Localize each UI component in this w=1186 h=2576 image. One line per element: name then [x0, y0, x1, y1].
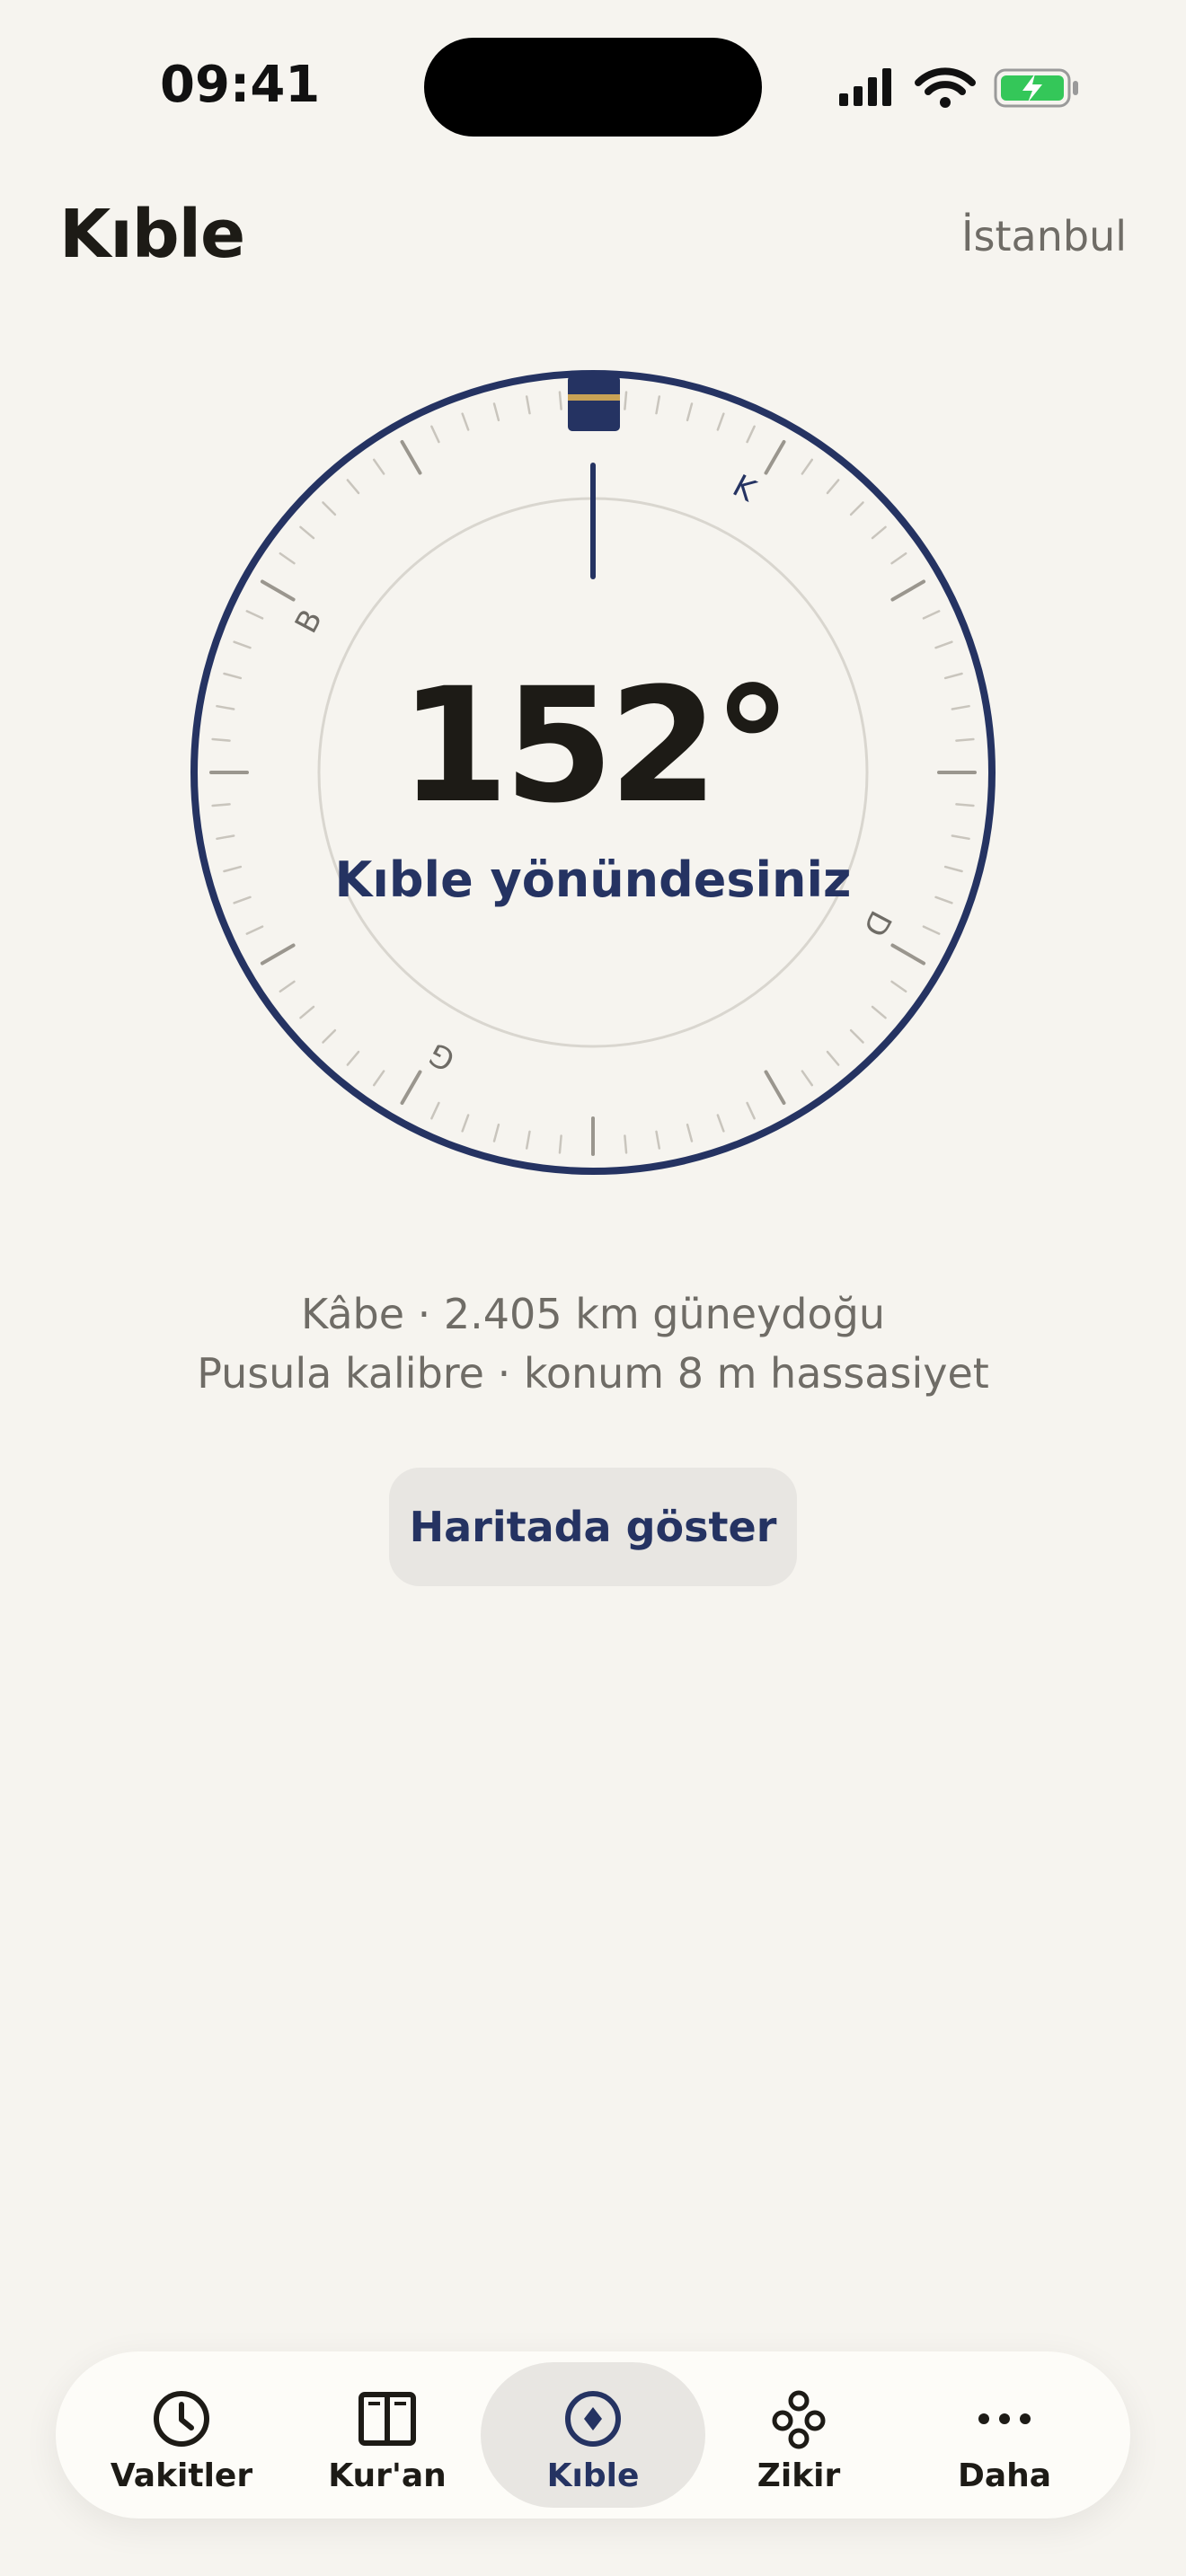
kaaba-icon — [568, 375, 620, 431]
tab-vakitler[interactable]: Vakitler — [69, 2362, 294, 2508]
compass-tick — [322, 1028, 337, 1044]
compass-tick — [801, 1070, 814, 1087]
compass-tick — [624, 391, 628, 410]
tab-zikir[interactable]: Zikir — [686, 2362, 911, 2508]
compass-tick — [245, 610, 264, 620]
compass-tick — [624, 1134, 628, 1154]
compass-tick — [890, 579, 926, 602]
compass-tick — [400, 439, 422, 475]
tab-label: Daha — [957, 2457, 1052, 2494]
tab-label: Kur'an — [328, 2457, 447, 2494]
tab-label: Vakitler — [110, 2457, 253, 2494]
compass-tick — [922, 925, 941, 935]
compass-tick — [299, 525, 315, 540]
compass-tick — [492, 1123, 500, 1142]
compass-tick — [871, 525, 887, 540]
qibla-compass: K D G B 152° Kıble yönündesiniz — [189, 368, 997, 1177]
more-icon — [978, 2413, 1031, 2424]
compass-tick — [299, 1005, 315, 1019]
compass-tick — [890, 551, 907, 565]
compass-tick — [260, 579, 296, 602]
compass-tick — [826, 1050, 840, 1066]
compass-tick — [245, 925, 264, 935]
battery-icon — [994, 68, 1078, 108]
compass-tick — [322, 501, 337, 516]
compass-tick — [400, 1070, 422, 1106]
cardinal-label: G — [423, 1035, 461, 1078]
compass-tick — [934, 640, 953, 649]
wifi-icon — [915, 67, 976, 108]
qibla-status-message: Kıble yönündesiniz — [334, 851, 852, 908]
compass-tick — [655, 1130, 661, 1150]
compass-tick — [764, 439, 786, 475]
tab-bar: Vakitler Kur'an Kıble Zikir Daha — [56, 2351, 1130, 2519]
book-icon — [358, 2392, 416, 2446]
compass-tick — [686, 1123, 694, 1142]
compass-tick — [279, 551, 296, 565]
compass-tick — [716, 1114, 725, 1133]
cardinal-label: B — [288, 604, 330, 639]
compass-tick — [372, 1070, 385, 1087]
compass-tick — [746, 425, 756, 444]
compass-tick — [461, 412, 470, 431]
compass-tick — [922, 610, 941, 620]
calibration-info: Pusula kalibre · konum 8 m hassasiyet — [197, 1349, 989, 1398]
compass-tick — [655, 395, 661, 415]
compass-tick — [461, 1114, 470, 1133]
compass-tick — [525, 1130, 531, 1150]
page-title: Kıble — [59, 196, 245, 273]
signal-icon — [839, 68, 891, 106]
beads-icon — [772, 2390, 826, 2449]
tab-kuran[interactable]: Kur'an — [275, 2362, 500, 2508]
status-icons — [839, 65, 1082, 110]
compass-icon — [565, 2391, 621, 2447]
compass-tick — [826, 479, 840, 495]
kaaba-distance: Kâbe · 2.405 km güneydoğu — [300, 1290, 886, 1338]
compass-tick — [890, 943, 926, 966]
tab-label: Zikir — [757, 2457, 841, 2494]
compass-tick — [764, 1070, 786, 1106]
tab-daha[interactable]: Daha — [892, 2362, 1117, 2508]
compass-tick — [890, 980, 907, 993]
compass-tick — [430, 425, 440, 444]
compass-tick — [492, 402, 500, 422]
cardinal-label: D — [855, 904, 898, 942]
compass-tick — [801, 458, 814, 475]
location-city[interactable]: İstanbul — [961, 212, 1127, 260]
compass-tick — [346, 1050, 360, 1066]
compass-tick — [346, 479, 360, 495]
compass-tick — [260, 943, 296, 966]
compass-tick — [430, 1101, 440, 1120]
compass-tick — [849, 501, 864, 516]
qibla-degree: 152° — [399, 654, 792, 838]
cardinal-label: K — [727, 468, 763, 510]
compass-tick — [558, 391, 562, 410]
compass-tick — [372, 458, 385, 475]
compass-tick — [716, 412, 725, 431]
compass-tick — [746, 1101, 756, 1120]
status-time: 09:41 — [160, 56, 321, 114]
clock-icon — [154, 2391, 209, 2447]
compass-tick — [871, 1005, 887, 1019]
compass-tick — [849, 1028, 864, 1044]
compass-tick — [525, 395, 531, 415]
compass-tick — [686, 402, 694, 422]
compass-tick — [233, 640, 252, 649]
compass-tick — [279, 980, 296, 993]
dynamic-island — [424, 38, 762, 137]
compass-tick — [558, 1134, 562, 1154]
tab-kible[interactable]: Kıble — [481, 2362, 705, 2508]
tab-label: Kıble — [546, 2457, 640, 2494]
show-on-map-button[interactable]: Haritada göster — [389, 1468, 797, 1586]
